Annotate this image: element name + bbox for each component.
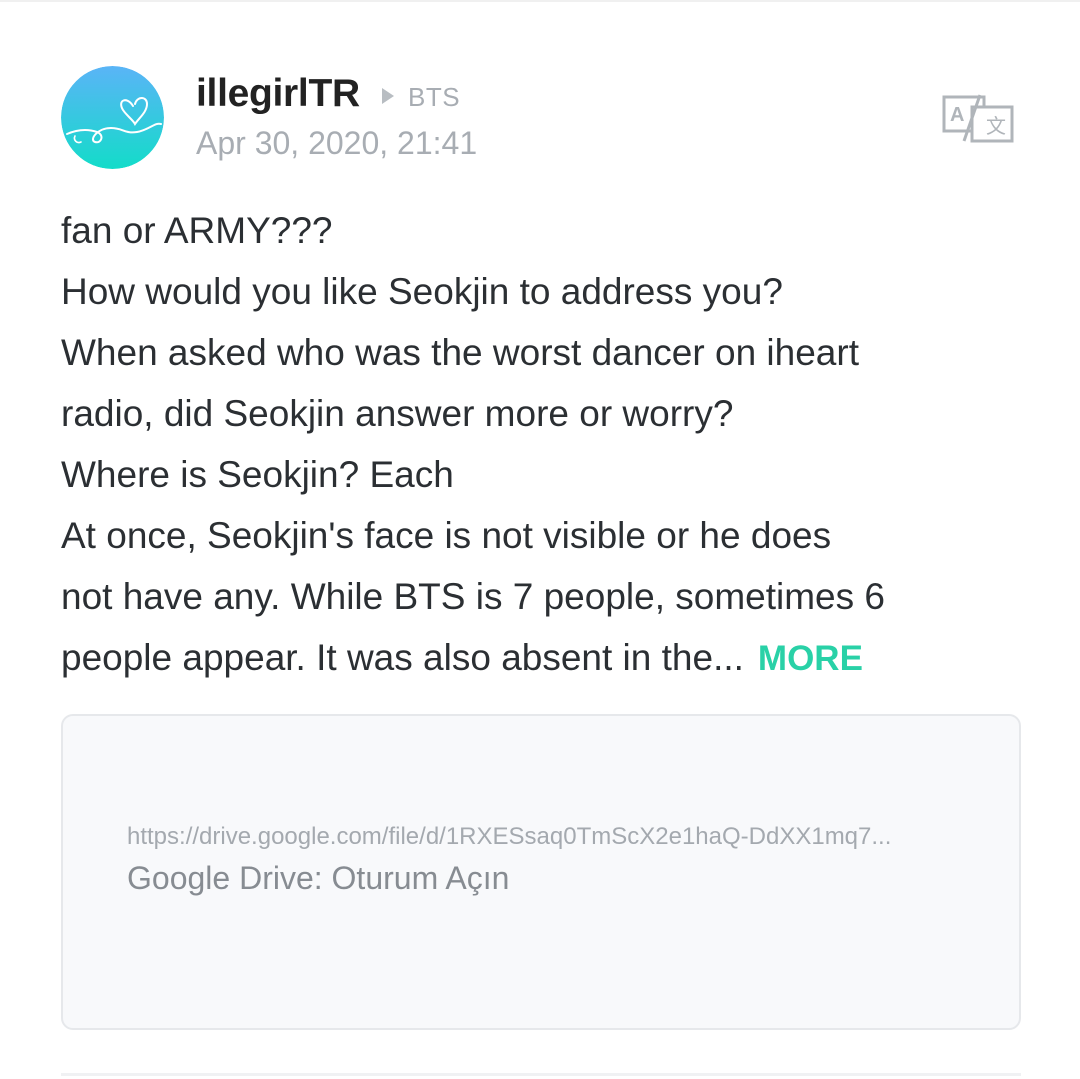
bottom-divider [61,1073,1021,1076]
link-preview-title: Google Drive: Oturum Açın [127,860,510,896]
post-timestamp: Apr 30, 2020, 21:41 [196,125,478,161]
translate-icon: A 文 [942,94,1014,143]
community-name[interactable]: BTS [408,82,460,112]
link-preview-url: https://drive.google.com/file/d/1RXESsaq… [127,823,892,850]
post-body-last-line: people appear. It was also absent in the… [61,627,1021,689]
svg-text:A: A [950,104,964,126]
top-divider [0,0,1080,2]
post-body-line: fan or ARMY??? [61,210,333,251]
chevron-right-icon [382,88,394,104]
avatar[interactable] [61,66,164,169]
svg-text:文: 文 [986,114,1006,138]
translate-button[interactable]: A 文 [940,93,1018,145]
post-body-line: radio, did Seokjin answer more or worry? [61,393,734,434]
more-link[interactable]: MORE [758,639,863,678]
post-body-line: When asked who was the worst dancer on i… [61,332,859,373]
author-name[interactable]: illegirlTR [196,70,360,118]
post-body-line: people appear. It was also absent in the… [61,637,744,678]
post-body-line: How would you like Seokjin to address yo… [61,271,783,312]
link-preview-card[interactable]: https://drive.google.com/file/d/1RXESsaq… [61,714,1021,1030]
heart-doodle-icon [61,66,164,169]
post-body-line: At once, Seokjin's face is not visible o… [61,515,832,556]
post-body: fan or ARMY??? How would you like Seokji… [61,200,1021,689]
post-body-line: Where is Seokjin? Each [61,454,454,495]
post-body-line: not have any. While BTS is 7 people, som… [61,576,885,617]
